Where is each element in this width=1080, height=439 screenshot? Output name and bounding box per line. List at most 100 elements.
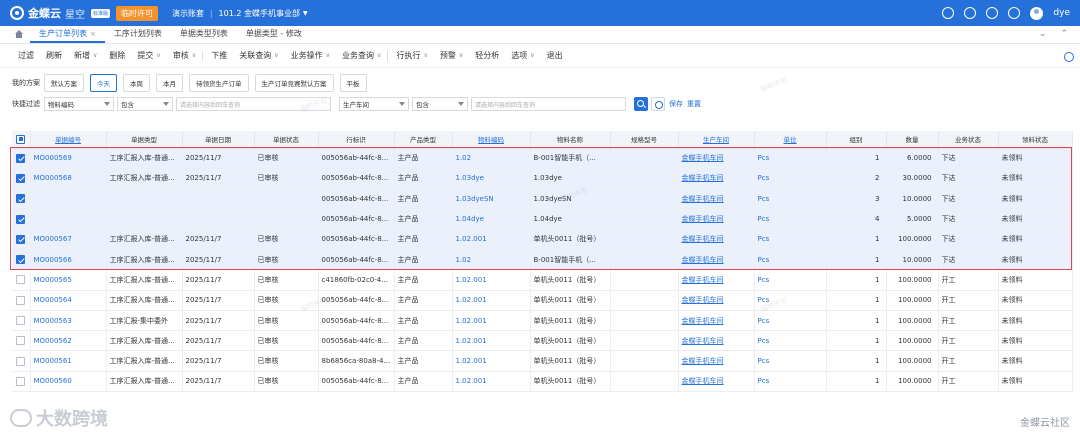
filter-op-select-2[interactable]: 包含 (412, 97, 468, 111)
table-row[interactable]: 005056ab-44fc-8... 主产品 1.03dyeSN 1.03dyeSN 金… (12, 188, 1073, 210)
plan-button[interactable]: 今天 (90, 74, 117, 92)
cell-no[interactable]: MO000567 (30, 229, 107, 250)
tab-production-order-list[interactable]: 生产订单列表 × (30, 28, 105, 43)
row-checkbox-cell[interactable] (12, 330, 31, 352)
tab-doc-type-edit[interactable]: 单据类型 - 修改 (237, 28, 311, 43)
row-checkbox[interactable] (16, 376, 26, 386)
cell-no[interactable]: MO000568 (30, 168, 107, 190)
save-filter-link[interactable]: 保存 (669, 99, 683, 109)
column-header[interactable]: 单据状态 (254, 131, 319, 149)
toolbar-button[interactable]: 行执行 ∨ (396, 50, 427, 61)
checkbox[interactable] (16, 134, 26, 144)
tab-process-plan-list[interactable]: 工序计划列表 (105, 28, 171, 43)
toolbar-button[interactable]: 过滤 (18, 50, 34, 61)
row-checkbox-cell[interactable] (12, 148, 31, 169)
toolbar-button[interactable]: 预警 ∨ (440, 50, 463, 61)
row-checkbox-cell[interactable] (12, 229, 31, 250)
cell-no[interactable]: MO000561 (30, 350, 107, 372)
row-checkbox-cell[interactable] (12, 310, 31, 332)
column-header[interactable]: 单位 (754, 131, 827, 149)
toolbar-button[interactable]: 刷新 (46, 50, 62, 61)
row-checkbox-cell[interactable] (12, 290, 31, 311)
cell-shop[interactable]: 金蝶手机车间 (678, 310, 755, 332)
row-checkbox[interactable] (16, 234, 26, 244)
home-icon[interactable] (14, 30, 24, 39)
search-icon[interactable] (942, 7, 955, 19)
select-all-checkbox[interactable] (12, 131, 31, 149)
gear-icon[interactable] (1064, 52, 1074, 62)
column-header[interactable]: 物料名称 (530, 131, 611, 149)
row-checkbox-cell[interactable] (12, 371, 31, 393)
user-name[interactable]: dye (1053, 8, 1070, 18)
help-icon[interactable] (986, 7, 999, 19)
row-checkbox-cell[interactable] (12, 269, 31, 291)
cell-shop[interactable]: 金蝶手机车间 (678, 249, 755, 271)
column-header[interactable]: 业务状态 (938, 131, 999, 149)
cell-no[interactable]: MO000560 (30, 371, 107, 393)
row-checkbox[interactable] (16, 153, 26, 163)
row-checkbox[interactable] (16, 275, 26, 285)
table-row[interactable]: MO000562 工序汇报入库-普通... 2025/11/7 已审核 005056ab… (12, 330, 1073, 352)
toolbar-button[interactable]: 新增 ∨ (74, 50, 97, 61)
row-checkbox[interactable] (16, 316, 26, 326)
column-header[interactable]: 单据类型 (106, 131, 183, 149)
toolbar-button[interactable]: 提交 ∨ (137, 50, 160, 61)
column-header[interactable]: 领料状态 (998, 131, 1073, 149)
cell-no[interactable]: MO000562 (30, 330, 107, 352)
toolbar-button[interactable]: 选项 ∨ (511, 50, 534, 61)
toolbar-button[interactable]: 业务操作 ∨ (291, 50, 330, 61)
column-header[interactable]: 数量 (886, 131, 939, 149)
tab-doc-type-list[interactable]: 单据类型列表 (171, 28, 237, 43)
row-checkbox-cell[interactable] (12, 188, 31, 210)
search-button[interactable] (634, 97, 648, 111)
cell-shop[interactable]: 金蝶手机车间 (678, 290, 755, 311)
filter-input-1[interactable]: 请选择内容后回车查询 (176, 97, 331, 111)
table-row[interactable]: MO000564 工序汇报入库-普通... 2025/11/7 已审核 005056ab… (12, 290, 1073, 311)
expand-icon[interactable]: ⌃ (1060, 29, 1068, 39)
filter-field-select-1[interactable]: 物料编码 (44, 97, 114, 111)
plan-button[interactable]: 生产订单竞赛默认方案 (254, 74, 334, 92)
table-row[interactable]: MO000566 工序汇报入库-普通... 2025/11/7 已审核 005056ab… (12, 249, 1073, 271)
column-header[interactable]: 单据编号 (30, 131, 107, 149)
cell-no[interactable] (30, 188, 107, 210)
table-row[interactable]: MO000567 工序汇报入库-普通... 2025/11/7 已审核 005056ab… (12, 229, 1073, 250)
column-header[interactable]: 生产车间 (678, 131, 755, 149)
org-name[interactable]: 101.2 金蝶手机事业部 (219, 8, 300, 19)
cell-no[interactable] (30, 208, 107, 230)
settings-icon[interactable] (1008, 7, 1021, 19)
row-checkbox-cell[interactable] (12, 249, 31, 271)
row-checkbox[interactable] (16, 214, 26, 224)
row-checkbox[interactable] (16, 295, 26, 305)
filter-field-select-2[interactable]: 生产车间 (339, 97, 409, 111)
plan-button[interactable]: 本月 (156, 74, 183, 92)
cell-no[interactable]: MO000565 (30, 269, 107, 291)
cell-no[interactable]: MO000566 (30, 249, 107, 271)
column-header[interactable]: 产品类型 (394, 131, 453, 149)
cell-shop[interactable]: 金蝶手机车间 (678, 350, 755, 372)
collapse-icon[interactable]: ⌄ (1039, 29, 1047, 39)
table-row[interactable]: MO000565 工序汇报入库-普通... 2025/11/7 已审核 c41860fb… (12, 269, 1073, 291)
row-checkbox-cell[interactable] (12, 168, 31, 190)
table-row[interactable]: MO000563 工序汇报-集中委外 2025/11/7 已审核 005056ab-44… (12, 310, 1073, 332)
table-row[interactable]: 005056ab-44fc-8... 主产品 1.04dye 1.04dye 金蝶手机车… (12, 208, 1073, 230)
org-dropdown-icon[interactable]: ▼ (303, 10, 308, 17)
toolbar-button[interactable]: 关联查询 ∨ (239, 50, 278, 61)
cell-shop[interactable]: 金蝶手机车间 (678, 330, 755, 352)
temp-license-badge[interactable]: 临时许可 (116, 5, 159, 21)
column-header[interactable]: 单据日期 (182, 131, 255, 149)
row-checkbox[interactable] (16, 356, 26, 366)
row-checkbox[interactable] (16, 255, 26, 265)
row-checkbox[interactable] (16, 194, 26, 204)
cell-no[interactable]: MO000569 (30, 148, 107, 169)
cell-shop[interactable]: 金蝶手机车间 (678, 371, 755, 393)
toolbar-button[interactable]: 轻分析 (475, 50, 499, 61)
row-checkbox[interactable] (16, 336, 26, 346)
table-row[interactable]: MO000569 工序汇报入库-普通... 2025/11/7 已审核 005056ab… (12, 148, 1073, 169)
column-header[interactable]: 行标识 (318, 131, 395, 149)
table-row[interactable]: MO000561 工序汇报入库-普通... 2025/11/7 已审核 8b6856ca… (12, 350, 1073, 372)
cell-shop[interactable]: 金蝶手机车间 (678, 229, 755, 250)
cell-shop[interactable]: 金蝶手机车间 (678, 168, 755, 190)
plan-button[interactable]: 本周 (123, 74, 150, 92)
table-row[interactable]: MO000560 工序汇报入库-普通... 2025/11/7 已审核 005056ab… (12, 371, 1073, 393)
reset-filter-link[interactable]: 重置 (687, 99, 701, 109)
